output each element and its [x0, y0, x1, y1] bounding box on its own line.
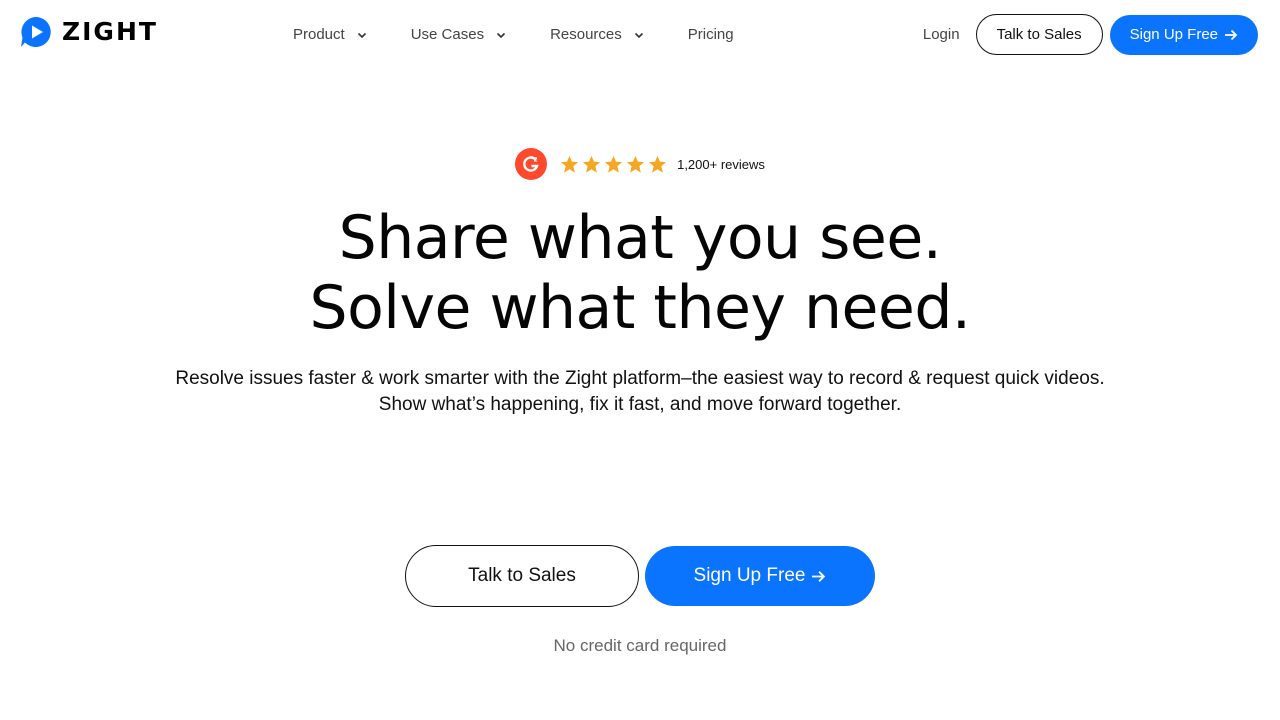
hero-talk-to-sales-button[interactable]: Talk to Sales	[405, 545, 639, 607]
nav-item-product[interactable]: Product	[293, 22, 367, 48]
sign-up-free-label: Sign Up Free	[1129, 26, 1218, 43]
chevron-down-icon	[357, 32, 366, 39]
reviews-count: 1,200+ reviews	[677, 156, 765, 172]
hero-subheadline: Resolve issues faster & work smarter wit…	[0, 366, 1280, 418]
nav-item-label: Pricing	[687, 26, 734, 43]
header-actions: Login Talk to Sales Sign Up Free	[923, 14, 1258, 55]
svg-text:2: 2	[534, 157, 538, 164]
subheadline-line: Resolve issues faster & work smarter wit…	[175, 368, 1105, 389]
g2-badge-icon: 2	[515, 148, 548, 180]
sign-up-free-label: Sign Up Free	[693, 565, 806, 586]
star-icon	[561, 155, 579, 173]
talk-to-sales-label: Talk to Sales	[468, 565, 576, 586]
chevron-down-icon	[634, 32, 643, 39]
star-icon	[627, 155, 645, 173]
login-link[interactable]: Login	[923, 26, 960, 43]
star-rating	[560, 155, 667, 174]
nav-item-pricing[interactable]: Pricing	[688, 22, 734, 48]
chat-play-icon	[21, 17, 51, 47]
talk-to-sales-button[interactable]: Talk to Sales	[975, 14, 1103, 55]
chevron-down-icon	[496, 32, 506, 39]
headline-line: Solve what they need.	[309, 273, 971, 343]
subheadline-line: Show what’s happening, fix it fast, and …	[378, 394, 902, 415]
headline-line: Share what you see.	[338, 203, 942, 273]
site-header: ZIGHT Product Use Cases Resources Pricin…	[0, 0, 1280, 68]
nav-item-resources[interactable]: Resources	[550, 22, 644, 48]
nav-item-label: Product	[293, 26, 345, 43]
main-nav: Product Use Cases Resources Pricing	[293, 22, 734, 48]
no-credit-card-note: No credit card required	[553, 636, 727, 655]
star-icon	[583, 155, 601, 173]
zight-logo[interactable]: ZIGHT	[20, 16, 158, 48]
brand-name: ZIGHT	[62, 17, 158, 46]
hero-headline: Share what you see. Solve what they need…	[0, 203, 1280, 343]
star-icon	[649, 155, 667, 173]
nav-item-label: Use Cases	[410, 26, 485, 43]
arrow-right-icon	[812, 570, 826, 582]
hero-sign-up-free-button[interactable]: Sign Up Free	[645, 546, 875, 606]
star-icon	[605, 155, 623, 173]
g2-rating: 2 1,200+ reviews	[0, 148, 1280, 180]
sign-up-free-button[interactable]: Sign Up Free	[1109, 14, 1258, 55]
nav-item-use-cases[interactable]: Use Cases	[411, 22, 506, 48]
hero-cta-group: Talk to Sales Sign Up Free	[0, 545, 1280, 607]
nav-item-label: Resources	[550, 26, 622, 43]
talk-to-sales-label: Talk to Sales	[996, 26, 1082, 43]
arrow-right-icon	[1225, 29, 1238, 40]
